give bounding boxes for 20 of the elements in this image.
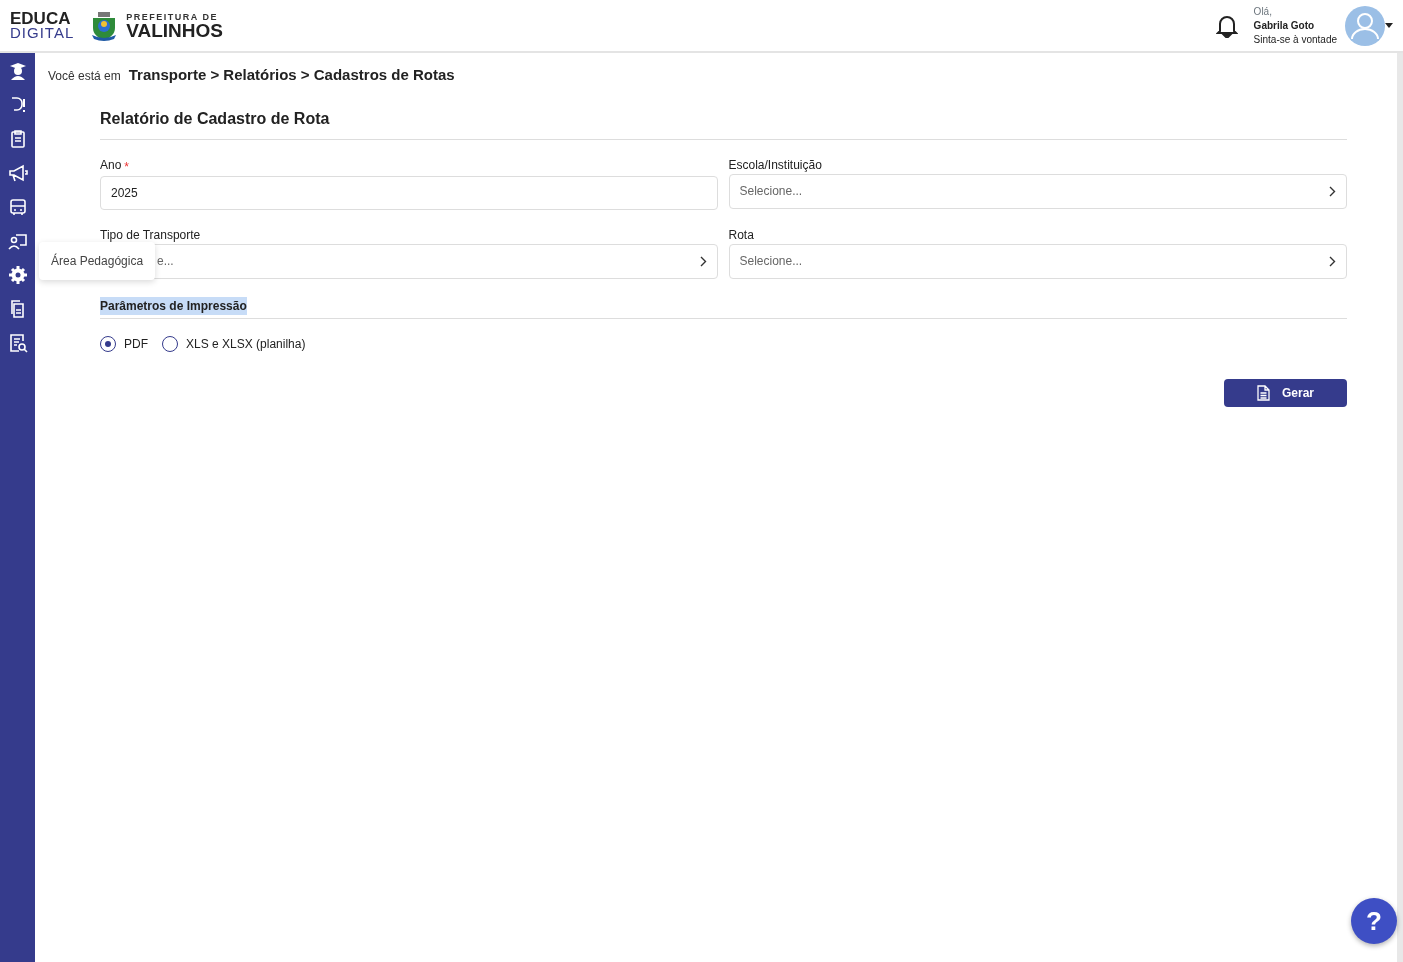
logo-text: PREFEITURA DE [126, 11, 219, 22]
logo-text: DIGITAL [10, 26, 75, 40]
user-subtitle: Sinta-se à vontade [1253, 32, 1337, 47]
placeholder-text: e... [157, 253, 174, 270]
field-label: Tipo de Transporte [100, 227, 201, 242]
form-title: Relatório de Cadastro de Rota [100, 106, 1347, 140]
placeholder-text: Selecione... [739, 253, 803, 270]
logo-text: EDUCA [10, 11, 72, 26]
tooltip: Área Pedagógica [39, 242, 156, 280]
field-label: Escola/Instituição [728, 157, 822, 172]
user-name: Gabrila Goto [1253, 18, 1316, 33]
field-label: Ano [100, 157, 122, 174]
field-label: Rota [728, 227, 754, 242]
required-mark: * [124, 158, 130, 176]
placeholder-text: Selecione... [739, 183, 803, 200]
section-title: Parâmetros de Impressão [100, 296, 247, 315]
breadcrumb-label: Você está em [48, 68, 121, 85]
breadcrumb: Transporte > Relatórios > Cadastros de Rotas [128, 65, 455, 85]
logo-text: VALINHOS [126, 21, 223, 40]
greeting-text: Olá, [1253, 4, 1273, 19]
